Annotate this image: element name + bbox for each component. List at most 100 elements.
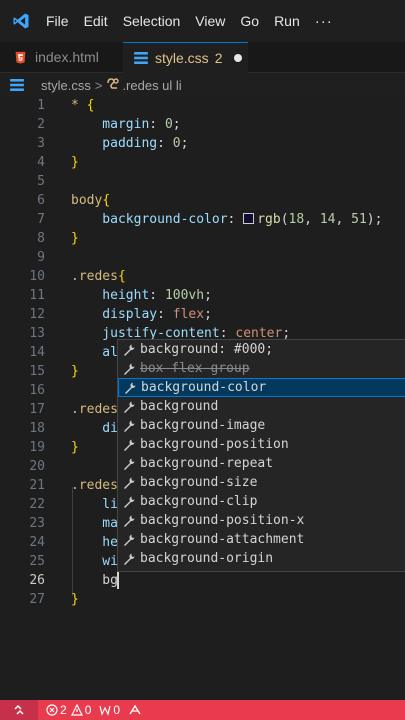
code-text: margin: 0; — [71, 115, 181, 134]
suggestion-label: background-clip — [140, 494, 258, 509]
color-swatch-icon[interactable] — [243, 213, 255, 224]
suggestion-item[interactable]: background-image — [118, 416, 405, 435]
code-text: bg — [71, 571, 118, 590]
more-menu-icon[interactable]: ··· — [315, 13, 333, 30]
code-token: rgb — [257, 212, 281, 227]
vscode-logo-icon[interactable] — [12, 12, 30, 30]
code-line[interactable]: 26 bg — [0, 571, 405, 590]
code-line[interactable]: 11 height: 100vh; — [0, 286, 405, 305]
suggestion-label: background-origin — [140, 551, 274, 566]
code-text: background-color: rgb(18, 14, 51); — [71, 210, 382, 229]
suggestion-item[interactable]: background-repeat — [118, 454, 405, 473]
suggestion-item[interactable]: background-size — [118, 473, 405, 492]
menu-selection[interactable]: Selection — [123, 13, 181, 29]
live-share-icon — [129, 704, 141, 715]
menu-run[interactable]: Run — [274, 13, 300, 29]
code-line[interactable]: 4} — [0, 153, 405, 172]
line-number: 8 — [37, 231, 45, 246]
code-token: { — [86, 98, 95, 113]
wrench-icon — [124, 439, 135, 451]
problems-status[interactable]: 2 0 — [46, 703, 91, 717]
menu-file[interactable]: File — [46, 13, 69, 29]
suggestion-label: background-attachment — [140, 532, 305, 547]
menu-edit[interactable]: Edit — [84, 13, 108, 29]
tab-index-html[interactable]: index.html — [0, 42, 123, 72]
code-line[interactable]: 6 body{ — [0, 191, 405, 210]
wrench-icon — [124, 363, 135, 375]
suggestion-item[interactable]: background — [118, 397, 405, 416]
code-token: li — [71, 497, 118, 512]
code-token: 18 — [288, 212, 305, 227]
code-line[interactable]: 27} — [0, 590, 405, 609]
code-line[interactable]: 5 — [0, 172, 405, 191]
wrench-icon — [125, 382, 136, 394]
code-token: he — [71, 535, 118, 550]
code-line[interactable]: 7 background-color: rgb(18, 14, 51); — [0, 210, 405, 229]
code-token: wi — [71, 554, 118, 569]
code-line[interactable]: 2 margin: 0; — [0, 115, 405, 134]
code-token: } — [71, 440, 79, 455]
code-line[interactable]: 12 display: flex; — [0, 305, 405, 324]
code-token: : — [149, 288, 165, 303]
code-token: } — [71, 231, 79, 246]
code-text: .redes — [71, 476, 118, 495]
suggestion-item[interactable]: background-color — [118, 378, 405, 397]
wrench-icon — [124, 515, 135, 527]
ports-status[interactable]: 0 — [99, 703, 120, 717]
code-token: ( — [280, 212, 289, 227]
menu-bar: File Edit Selection View Go Run ··· — [46, 0, 333, 42]
wrench-icon — [124, 344, 135, 356]
ports-icon — [99, 705, 111, 716]
code-token: margin — [71, 117, 150, 132]
line-number: 2 — [37, 117, 45, 132]
breadcrumb-symbol[interactable]: .redes ul li — [122, 78, 181, 93]
suggestion-item[interactable]: background-clip — [118, 492, 405, 511]
line-number: 22 — [29, 497, 45, 512]
line-number: 6 — [37, 193, 45, 208]
line-number: 19 — [29, 440, 45, 455]
suggestion-item[interactable]: background: #000; — [118, 340, 405, 359]
breadcrumb-file[interactable]: style.css — [41, 78, 91, 93]
autocomplete-suggestions: background: #000; box-flex-group backgroun… — [117, 339, 405, 572]
code-token: { — [117, 269, 126, 284]
suggestion-item[interactable]: background-position-x — [118, 511, 405, 530]
code-line[interactable]: 10 .redes{ — [0, 267, 405, 286]
unsaved-dot-icon[interactable] — [234, 54, 243, 62]
suggestion-item[interactable]: box-flex-group — [118, 359, 405, 378]
code-line[interactable]: 1 * { — [0, 96, 405, 115]
code-token: ; — [172, 117, 181, 132]
code-token: ; — [180, 136, 189, 151]
wrench-icon — [124, 401, 135, 413]
suggestion-item[interactable]: background-position — [118, 435, 405, 454]
symbol-class-icon — [106, 77, 120, 93]
code-line[interactable]: 3 padding: 0; — [0, 134, 405, 153]
code-token: 100vh — [164, 288, 205, 303]
title-bar: File Edit Selection View Go Run ··· — [0, 0, 405, 42]
code-token: body — [71, 193, 103, 208]
suggestion-item[interactable]: background-attachment — [118, 530, 405, 549]
suggestion-label: background-color — [141, 380, 267, 395]
code-line[interactable]: 9 — [0, 248, 405, 267]
code-token: background-color — [71, 212, 228, 227]
tab-style-css[interactable]: style.css 2 — [123, 42, 248, 73]
suggestion-label: background-size — [140, 475, 258, 490]
code-text: } — [71, 229, 79, 248]
suggestion-item[interactable]: background-origin — [118, 549, 405, 568]
code-line[interactable]: 8} — [0, 229, 405, 248]
wrench-icon — [124, 420, 135, 432]
live-share-button[interactable] — [128, 704, 142, 716]
code-text: di — [71, 419, 118, 438]
wrench-icon — [124, 496, 135, 508]
code-token: ); — [366, 212, 383, 227]
menu-go[interactable]: Go — [240, 13, 259, 29]
code-text: ma — [71, 514, 118, 533]
css-file-icon — [10, 73, 24, 97]
line-number: 18 — [29, 421, 45, 436]
line-number: 24 — [29, 535, 45, 550]
code-token: : — [157, 136, 173, 151]
remote-button[interactable] — [0, 700, 38, 720]
code-text: height: 100vh; — [71, 286, 212, 305]
code-token: } — [71, 592, 79, 607]
menu-view[interactable]: View — [195, 13, 225, 29]
code-text: } — [71, 590, 79, 609]
